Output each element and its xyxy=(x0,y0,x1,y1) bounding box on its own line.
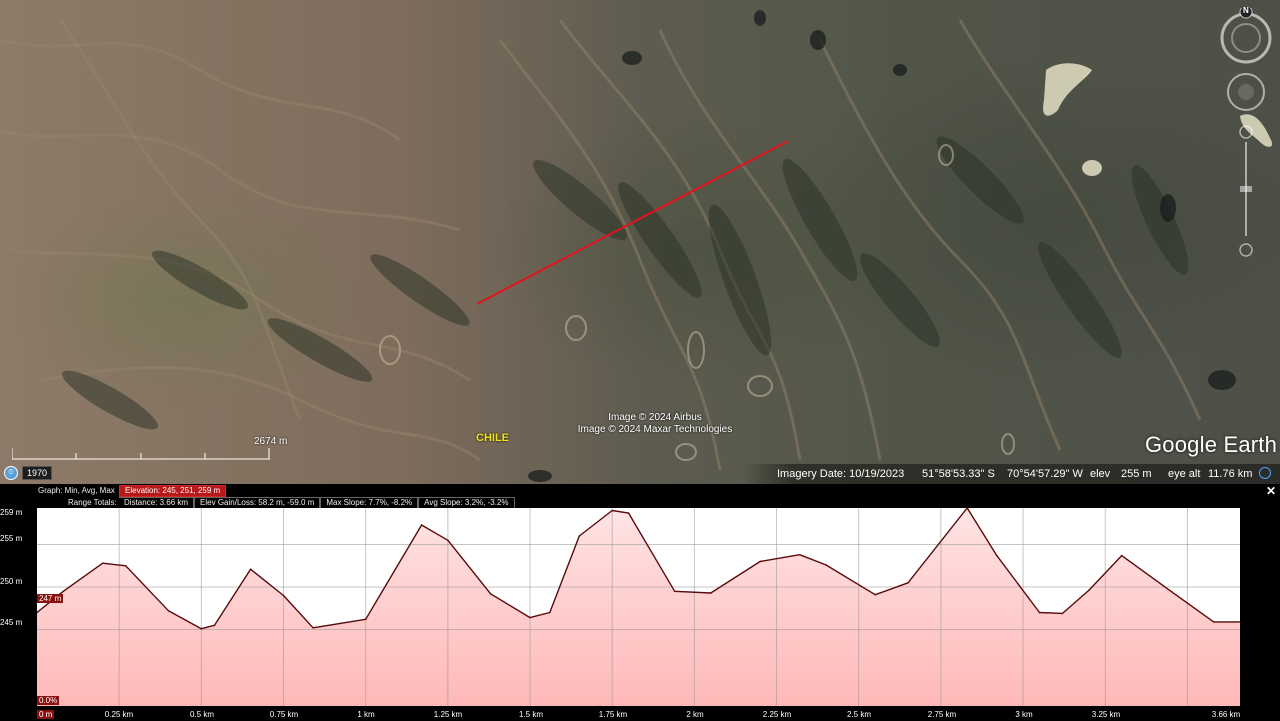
elevation-point xyxy=(200,627,203,630)
x-tick-label: 0.5 km xyxy=(189,710,215,719)
imagery-date: Imagery Date: 10/19/2023 xyxy=(777,468,905,480)
elevation-point xyxy=(798,553,801,556)
x-tick-label: 3.66 km xyxy=(1211,710,1241,719)
compass-ring[interactable] xyxy=(1220,5,1272,64)
longitude-readout: 70°54'57.29" W xyxy=(1007,468,1083,480)
status-bar: Imagery Date: 10/19/2023 51°58'53.33" S … xyxy=(0,464,1280,484)
elevation-point xyxy=(489,593,492,595)
y-tick-label: 259 m xyxy=(0,508,23,517)
streaming-globe-icon xyxy=(1259,467,1271,479)
elevation-point xyxy=(447,539,449,542)
elevation-point xyxy=(213,624,216,627)
attribution-airbus: Image © 2024 Airbus xyxy=(608,412,702,423)
elevation-point xyxy=(364,618,367,621)
scale-bar xyxy=(12,448,270,460)
elevation-stats[interactable]: Elevation: 245, 251, 259 m xyxy=(119,485,227,497)
elevation-point xyxy=(167,610,170,612)
x-tick-label: 0.25 km xyxy=(104,710,134,719)
attribution-maxar: Image © 2024 Maxar Technologies xyxy=(577,424,733,435)
x-tick-label: 0 m xyxy=(37,710,55,719)
navigation-controls[interactable]: N xyxy=(1218,5,1274,270)
country-label: CHILE xyxy=(476,432,509,444)
profile-header-row-1: Graph: Min, Avg, Max Elevation: 245, 251… xyxy=(38,485,227,497)
elevation-point xyxy=(611,509,614,512)
elevation-point xyxy=(1212,621,1215,623)
elevation-point xyxy=(578,535,581,537)
x-tick-label: 2.5 km xyxy=(846,710,872,719)
elevation-point xyxy=(710,592,712,594)
elevation-point xyxy=(907,581,909,584)
clock-icon[interactable]: ⏲ xyxy=(4,466,18,480)
elevation-point xyxy=(1061,612,1064,615)
elevation-point xyxy=(420,524,423,526)
x-tick-label: 1 km xyxy=(357,710,375,719)
range-totals-label: Range Totals: xyxy=(68,498,117,507)
x-tick-label: 1.5 km xyxy=(518,710,544,719)
current-slope-marker: 0.0% xyxy=(37,696,60,705)
elevation-point xyxy=(874,593,876,596)
elevation-point xyxy=(62,590,65,593)
elevation-chart[interactable] xyxy=(37,508,1240,706)
elevation-point xyxy=(825,564,827,566)
look-joystick[interactable] xyxy=(1227,73,1265,111)
elevation-point xyxy=(282,594,285,597)
x-tick-label: 3 km xyxy=(1015,710,1033,719)
elevation-point xyxy=(673,590,676,593)
graph-label: Graph: Min, Avg, Max xyxy=(38,486,115,495)
elevation-point xyxy=(1038,611,1041,614)
elevation-point xyxy=(1170,590,1172,593)
compass-north-label: N xyxy=(1243,6,1249,15)
historical-imagery-control[interactable]: ⏲ 1970 xyxy=(4,466,53,480)
x-tick-label: 2.75 km xyxy=(927,710,957,719)
elev-label: elev xyxy=(1090,468,1111,480)
zoom-slider[interactable] xyxy=(1239,125,1253,257)
elevation-point xyxy=(1088,589,1090,592)
y-tick-label: 250 m xyxy=(0,577,23,586)
x-tick-label: 2 km xyxy=(686,710,704,719)
elevation-area xyxy=(37,508,1240,706)
x-tick-label: 2.25 km xyxy=(762,710,792,719)
x-tick-label: 1.25 km xyxy=(433,710,463,719)
x-tick-label: 1.75 km xyxy=(598,710,628,719)
historical-year[interactable]: 1970 xyxy=(22,466,53,480)
elevation-point xyxy=(249,568,252,570)
x-tick-label: 3.25 km xyxy=(1091,710,1121,719)
y-tick-label: 245 m xyxy=(0,618,23,627)
elevation-chart-svg[interactable] xyxy=(37,508,1240,706)
eye-alt-value: 11.76 km xyxy=(1208,468,1253,480)
google-earth-logo: Google Earth xyxy=(1145,432,1278,457)
elevation-point xyxy=(1120,554,1123,557)
elevation-point xyxy=(124,564,127,567)
y-tick-label: 255 m xyxy=(0,534,23,543)
satellite-map[interactable]: Image © 2024 Airbus Image © 2024 Maxar T… xyxy=(0,0,1280,484)
elevation-point xyxy=(995,554,998,557)
close-profile-button[interactable]: ✕ xyxy=(1266,484,1276,498)
latitude-readout: 51°58'53.33" S xyxy=(922,468,995,480)
elev-value: 255 m xyxy=(1121,468,1152,480)
scale-label: 2674 m xyxy=(254,436,288,447)
elevation-point xyxy=(548,611,551,614)
elevation-point xyxy=(759,560,761,563)
elevation-point xyxy=(627,512,630,514)
elevation-point xyxy=(312,627,314,629)
current-elevation-marker: 247 m xyxy=(37,594,64,603)
x-tick-label: 0.75 km xyxy=(269,710,299,719)
eye-alt-label: eye alt xyxy=(1168,468,1201,480)
elevation-point xyxy=(529,616,531,619)
elevation-point xyxy=(101,562,104,565)
